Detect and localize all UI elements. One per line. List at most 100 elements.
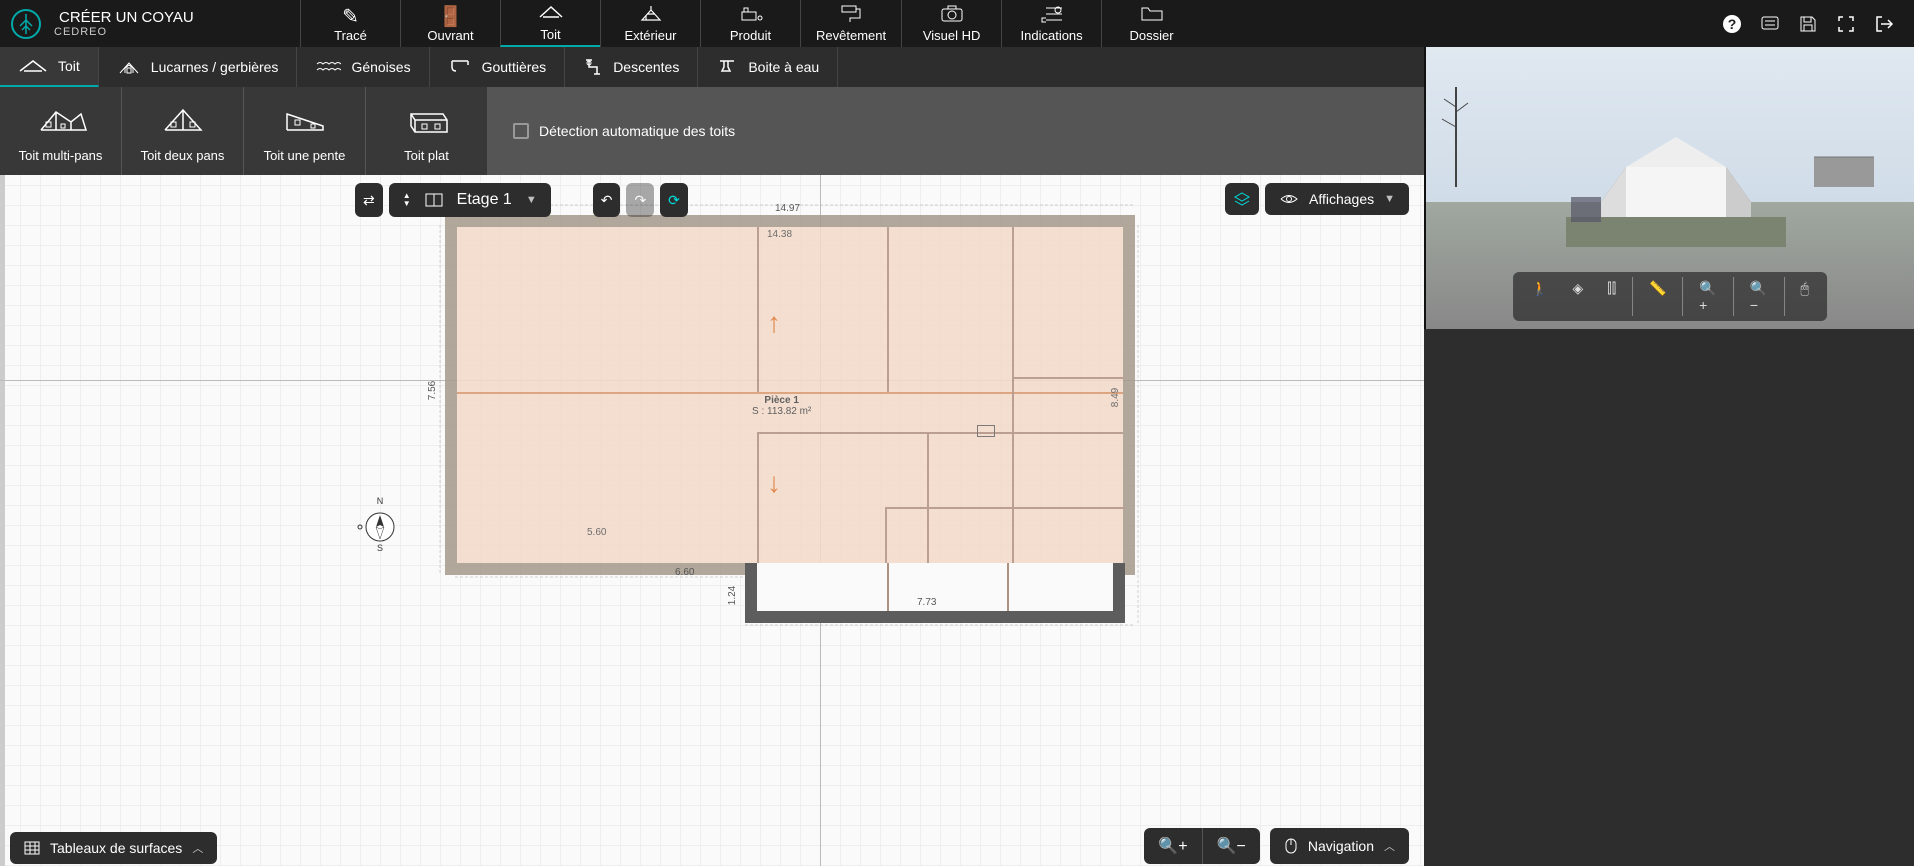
- wall: [885, 507, 1125, 509]
- compass[interactable]: N S: [350, 495, 410, 555]
- zoom-out-button[interactable]: 🔍−: [1203, 828, 1260, 864]
- eye-icon: [1279, 192, 1299, 206]
- roof-type-multi-pans[interactable]: Toit multi-pans: [0, 87, 122, 175]
- room-label: Pièce 1 S : 113.82 m²: [752, 395, 811, 417]
- roof-type-deux-pans[interactable]: Toit deux pans: [122, 87, 244, 175]
- tab-dossier[interactable]: Dossier: [1101, 0, 1201, 47]
- dim-left: 7.56: [427, 381, 438, 400]
- mouse-icon: 🖱: [1801, 280, 1809, 296]
- table-icon: [24, 841, 40, 855]
- dim-ext-left: 1.24: [727, 586, 738, 605]
- redo-button[interactable]: ↷: [626, 183, 654, 217]
- exit-icon[interactable]: [1874, 14, 1894, 34]
- roof-icon: [538, 3, 564, 25]
- redo-icon: ↷: [634, 192, 646, 209]
- house-3d-render: [1566, 127, 1786, 247]
- fullscreen-icon[interactable]: [1836, 14, 1856, 34]
- pencil-icon: ✎: [342, 4, 359, 26]
- subtab-boite-eau[interactable]: Boite à eau: [698, 47, 838, 87]
- floor-selector[interactable]: ▲▼ Etage 1 ▼: [389, 183, 551, 217]
- preview-measure-button[interactable]: 📏: [1641, 277, 1674, 316]
- tab-produit[interactable]: Produit: [700, 0, 800, 47]
- mouse-icon: [1284, 837, 1298, 855]
- swap-button[interactable]: ⇄: [355, 183, 383, 217]
- zoom-out-icon: 🔍−: [1750, 280, 1767, 313]
- preview-3d-panel[interactable]: 🚶 ◈ ⫿⫿ 📏 🔍+ 🔍− 🖱: [1424, 47, 1914, 329]
- subtab-descentes[interactable]: Descentes: [565, 47, 698, 87]
- product-icon: [738, 4, 764, 26]
- dim-right: 8.49: [1110, 388, 1121, 407]
- preview-orbit-button[interactable]: ◈: [1564, 277, 1591, 316]
- tab-indications[interactable]: Indications: [1001, 0, 1101, 47]
- affichages-label: Affichages: [1309, 191, 1374, 207]
- une-pente-icon: [275, 100, 335, 140]
- swap-icon: ⇄: [363, 192, 375, 209]
- undo-button[interactable]: ↶: [593, 183, 621, 217]
- refresh-icon: ⟳: [668, 192, 680, 209]
- floor-up-down-icon: ▲▼: [403, 192, 411, 208]
- subtab-genoises[interactable]: Génoises: [297, 47, 429, 87]
- auto-detect-label: Détection automatique des toits: [539, 123, 735, 139]
- preview-mouse-button[interactable]: 🖱: [1793, 277, 1817, 316]
- canvas-2d[interactable]: ⇄ ▲▼ Etage 1 ▼ ↶ ↷ ⟳ Affichages ▼ N: [0, 175, 1424, 866]
- gutter-icon: [448, 57, 472, 77]
- roof-slope-arrow-up: ↑: [767, 307, 781, 339]
- dim-top-inner: 14.38: [767, 229, 792, 240]
- wall: [887, 563, 889, 611]
- layers-button[interactable]: [1225, 183, 1259, 215]
- tab-ouvrant[interactable]: 🚪 Ouvrant: [400, 0, 500, 47]
- water-box-icon: [716, 57, 738, 77]
- save-icon[interactable]: [1798, 14, 1818, 34]
- brand-name: CEDREO: [54, 26, 194, 38]
- undo-icon: ↶: [601, 192, 613, 209]
- refresh-button[interactable]: ⟳: [660, 183, 688, 217]
- preview-section-button[interactable]: ⫿⫿: [1599, 277, 1624, 316]
- person-icon: 🚶: [1531, 280, 1548, 296]
- preview-zoom-out-button[interactable]: 🔍−: [1742, 277, 1776, 316]
- zoom-in-button[interactable]: 🔍+: [1144, 828, 1202, 864]
- navigation-button[interactable]: Navigation ︿: [1270, 828, 1409, 864]
- roof-type-une-pente[interactable]: Toit une pente: [244, 87, 366, 175]
- floor-plan[interactable]: 14.97 14.38 ↑ ↓ Pièce 1 S : 113.82 m²: [445, 215, 1135, 635]
- logo-area: CRÉER UN COYAU CEDREO: [0, 0, 300, 47]
- help-icon[interactable]: ?: [1722, 14, 1742, 34]
- preview-walk-button[interactable]: 🚶: [1523, 277, 1556, 316]
- dim-bottom-1: 5.60: [587, 527, 606, 538]
- tab-revetement[interactable]: Revêtement: [800, 0, 901, 47]
- affichages-button[interactable]: Affichages ▼: [1265, 183, 1409, 215]
- wall: [887, 227, 889, 392]
- section-icon: ⫿⫿: [1607, 280, 1616, 296]
- subtab-lucarnes[interactable]: Lucarnes / gerbières: [99, 47, 298, 87]
- tab-toit[interactable]: Toit: [500, 0, 600, 47]
- preview-zoom-in-button[interactable]: 🔍+: [1691, 277, 1725, 316]
- wall: [757, 432, 1123, 434]
- genoise-icon: [315, 60, 341, 74]
- chevron-up-icon: ︿: [192, 840, 203, 856]
- deux-pans-icon: [153, 100, 213, 140]
- wall: [757, 432, 759, 563]
- chevron-down-icon: ▼: [1384, 193, 1395, 205]
- svg-text:S: S: [377, 543, 383, 553]
- tab-visuel-hd[interactable]: Visuel HD: [901, 0, 1001, 47]
- navigation-label: Navigation: [1308, 838, 1374, 854]
- zoom-controls: 🔍+ 🔍−: [1144, 828, 1260, 864]
- tab-exterieur[interactable]: Extérieur: [600, 0, 700, 47]
- subtab-gouttieres[interactable]: Gouttières: [430, 47, 566, 87]
- dormer-icon: [117, 57, 141, 77]
- roof-small-icon: [18, 57, 48, 75]
- floor-plan-icon: [425, 193, 443, 207]
- chevron-down-icon: ▼: [526, 194, 537, 206]
- floor-label: Etage 1: [457, 191, 512, 209]
- cube-icon: ◈: [1572, 280, 1583, 296]
- tab-trace[interactable]: ✎ Tracé: [300, 0, 400, 47]
- plan-outer-wall: 14.38 ↑ ↓ Pièce 1 S : 113.82 m² 5.60: [445, 215, 1135, 575]
- dim-ext-bottom: 7.73: [917, 597, 936, 608]
- plat-icon: [397, 100, 457, 140]
- comment-icon[interactable]: [1760, 14, 1780, 34]
- subtab-toit[interactable]: Toit: [0, 47, 99, 87]
- surfaces-table-button[interactable]: Tableaux de surfaces ︿: [10, 832, 217, 864]
- wall: [885, 507, 887, 563]
- dim-bottom-2: 6.60: [675, 567, 694, 578]
- auto-detect-checkbox[interactable]: [513, 123, 529, 139]
- roof-type-plat[interactable]: Toit plat: [366, 87, 488, 175]
